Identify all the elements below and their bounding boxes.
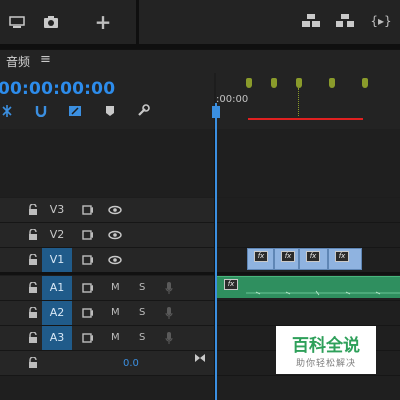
- watermark-logo-text: 百科全说: [292, 336, 360, 356]
- eye-icon[interactable]: [108, 230, 122, 240]
- audio-clip[interactable]: fx: [216, 276, 400, 298]
- marker-icon[interactable]: [271, 78, 277, 88]
- panel-title[interactable]: 音频: [6, 53, 30, 70]
- extract-icon[interactable]: [334, 12, 356, 30]
- mute-button[interactable]: M: [111, 282, 120, 293]
- lock-icon[interactable]: [28, 254, 38, 266]
- timecode-display[interactable]: 00:00:00:00: [0, 79, 115, 99]
- sync-lock-icon[interactable]: [82, 255, 94, 265]
- sync-lock-icon[interactable]: [82, 333, 94, 343]
- fx-badge: fx: [254, 251, 268, 262]
- add-marker-icon[interactable]: [104, 104, 116, 118]
- microphone-icon[interactable]: [165, 331, 173, 345]
- lock-icon[interactable]: [28, 229, 38, 241]
- lock-icon[interactable]: [28, 307, 38, 319]
- timeline-empty-area: [0, 129, 400, 197]
- ruler-time-label: :00:00: [216, 94, 249, 105]
- track-label-a3[interactable]: A3: [42, 326, 72, 350]
- program-monitor-footer: [139, 0, 400, 44]
- solo-button[interactable]: S: [139, 332, 145, 343]
- timeline-footer: [0, 376, 400, 400]
- eye-icon[interactable]: [108, 255, 122, 265]
- marker-guide: [298, 88, 299, 116]
- lock-icon[interactable]: [28, 282, 38, 294]
- new-item-icon[interactable]: [8, 14, 26, 30]
- microphone-icon[interactable]: [165, 306, 173, 320]
- video-clip[interactable]: fx: [247, 248, 274, 270]
- track-label-a2[interactable]: A2: [42, 301, 72, 325]
- solo-button[interactable]: S: [139, 307, 145, 318]
- solo-button[interactable]: S: [139, 282, 145, 293]
- fx-badge: fx: [335, 251, 349, 262]
- trim-brackets-icon[interactable]: {▸}: [370, 12, 392, 30]
- lock-icon[interactable]: [28, 357, 38, 369]
- marker-icon[interactable]: [362, 78, 368, 88]
- add-button[interactable]: +: [94, 10, 112, 34]
- linked-selection-icon[interactable]: [67, 104, 83, 118]
- eye-icon[interactable]: [108, 205, 122, 215]
- track-lane-a2[interactable]: [216, 301, 400, 325]
- video-audio-divider: [0, 272, 400, 275]
- lock-icon[interactable]: [28, 332, 38, 344]
- marker-icon[interactable]: [296, 78, 302, 88]
- camera-icon[interactable]: [42, 14, 60, 30]
- panel-menu-icon[interactable]: ≡: [40, 52, 51, 67]
- track-divider: [0, 375, 400, 376]
- nest-sequence-icon[interactable]: [0, 104, 14, 118]
- track-label-v3[interactable]: V3: [42, 198, 72, 222]
- audio-waveform: [246, 290, 400, 296]
- fx-badge: fx: [306, 251, 320, 262]
- wrench-settings-icon[interactable]: [135, 103, 151, 119]
- snap-magnet-icon[interactable]: [34, 104, 48, 118]
- marker-icon[interactable]: [246, 78, 252, 88]
- marker-icon[interactable]: [329, 78, 335, 88]
- video-clip[interactable]: fx: [328, 248, 362, 270]
- lift-icon[interactable]: [300, 12, 322, 30]
- timeline-header: [0, 49, 400, 73]
- mute-button[interactable]: M: [111, 307, 120, 318]
- fx-badge: fx: [224, 279, 238, 290]
- sync-lock-icon[interactable]: [82, 230, 94, 240]
- sync-lock-icon[interactable]: [82, 283, 94, 293]
- track-label-a1[interactable]: A1: [42, 276, 72, 300]
- video-clip[interactable]: fx: [274, 248, 299, 270]
- fx-badge: fx: [281, 251, 295, 262]
- track-lane-v2[interactable]: [216, 223, 400, 247]
- mute-button[interactable]: M: [111, 332, 120, 343]
- playhead-line[interactable]: [215, 103, 217, 400]
- sync-lock-icon[interactable]: [82, 308, 94, 318]
- watermark-subtitle: 助你轻松解决: [295, 359, 356, 369]
- go-to-in-out-icon[interactable]: [194, 353, 206, 363]
- sync-lock-icon[interactable]: [82, 205, 94, 215]
- playhead-handle[interactable]: [212, 106, 220, 118]
- work-area-bar[interactable]: [248, 118, 363, 120]
- video-clip[interactable]: fx: [299, 248, 328, 270]
- track-label-v2[interactable]: V2: [42, 223, 72, 247]
- track-label-v1[interactable]: V1: [42, 248, 72, 272]
- lock-icon[interactable]: [28, 204, 38, 216]
- master-volume-value[interactable]: 0.0: [123, 358, 139, 369]
- microphone-icon[interactable]: [165, 281, 173, 295]
- track-lane-v3[interactable]: [216, 198, 400, 222]
